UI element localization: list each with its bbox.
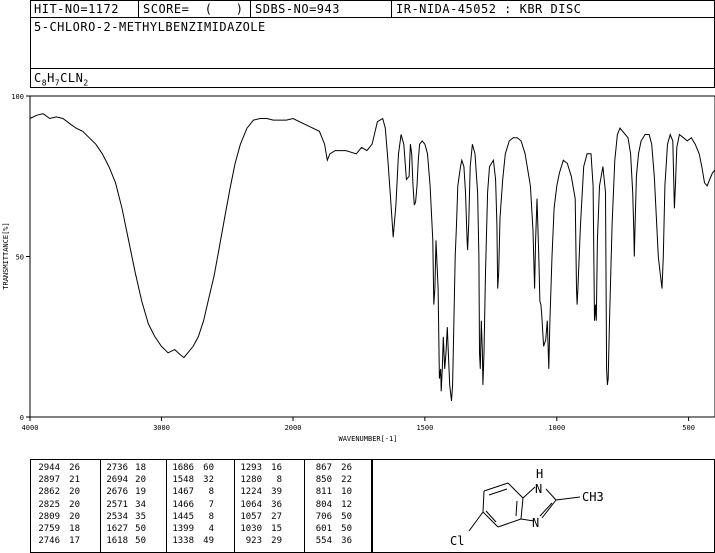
peak-wavenumber: 2809 [38,511,60,522]
peak-wavenumber: 1548 [172,475,194,486]
ring-nitrogen: N [532,516,539,530]
y-tick-label: 50 [16,254,24,262]
peak-wavenumber: 1280 [240,475,262,486]
peak-wavenumber: 867 [315,463,332,473]
peak-transmittance: 36 [341,536,352,547]
nh-nitrogen: N [535,482,542,496]
x-axis-label: WAVENUMBER[-1] [338,435,397,443]
peak-wavenumber: 2862 [38,487,60,498]
peak-wavenumber: 1338 [172,536,194,547]
peak-transmittance: 4 [208,524,214,534]
peak-wavenumber: 811 [315,487,332,498]
peak-wavenumber: 706 [315,511,332,522]
peak-transmittance: 29 [271,536,282,547]
nh-hydrogen: H [536,467,543,481]
peak-wavenumber: 1293 [240,463,262,473]
peak-transmittance: 36 [271,499,282,510]
peak-transmittance: 12 [341,499,352,510]
peak-wavenumber: 2571 [106,499,128,510]
chemical-structure: H N N CH3 Cl [450,467,604,548]
peak-wavenumber: 1064 [240,499,262,510]
peak-transmittance: 18 [135,463,146,473]
peak-transmittance: 39 [271,487,282,498]
x-tick-label: 2000 [285,424,302,432]
peak-transmittance: 8 [208,511,214,522]
x-tick-label: 500 [682,424,695,432]
peak-wavenumber: 2825 [38,499,60,510]
peak-transmittance: 60 [203,463,214,473]
peak-transmittance: 35 [135,511,146,522]
peak-wavenumber: 923 [245,536,262,547]
peak-transmittance: 50 [341,511,352,522]
peak-transmittance: 50 [135,536,146,547]
peak-transmittance: 50 [341,524,352,534]
peak-transmittance: 8 [208,487,214,498]
peak-wavenumber: 2759 [38,524,60,534]
y-tick-label: 100 [11,93,24,101]
x-tick-label: 1000 [548,424,565,432]
peak-col-sep-1 [100,459,101,553]
peak-transmittance: 20 [69,511,80,522]
peak-col-sep-2 [166,459,167,553]
peak-wavenumber: 1057 [240,511,262,522]
peak-wavenumber: 601 [315,524,332,534]
peak-transmittance: 49 [203,536,214,547]
spectrum-line [29,113,715,401]
peak-transmittance: 34 [135,499,146,510]
peak-wavenumber: 850 [315,475,332,486]
peak-transmittance: 22 [341,475,352,486]
peak-transmittance: 50 [135,524,146,534]
peak-wavenumber: 1627 [106,524,128,534]
peak-wavenumber: 1467 [172,487,194,498]
peak-wavenumber: 1618 [106,536,128,547]
peak-wavenumber: 1224 [240,487,262,498]
peak-wavenumber: 2676 [106,487,128,498]
chloro-group: Cl [450,534,464,548]
peak-transmittance: 20 [69,487,80,498]
peak-transmittance: 20 [69,499,80,510]
peak-transmittance: 7 [208,499,214,510]
peak-wavenumber: 2746 [38,536,60,547]
peak-transmittance: 21 [69,475,80,486]
x-tick-label: 3000 [153,424,170,432]
peak-wavenumber: 554 [315,536,332,547]
peak-wavenumber: 2534 [106,511,128,522]
peak-wavenumber: 1399 [172,524,194,534]
peak-transmittance: 20 [135,475,146,486]
peak-wavenumber: 2897 [38,475,60,486]
peak-transmittance: 26 [341,463,352,473]
peak-transmittance: 8 [276,475,282,486]
peak-transmittance: 17 [69,536,80,547]
peak-col-sep-4 [304,459,305,553]
x-tick-label: 4000 [22,424,39,432]
peak-wavenumber: 1466 [172,499,194,510]
peak-wavenumber: 2944 [38,463,60,473]
peak-transmittance: 27 [271,511,282,522]
peak-wavenumber: 2736 [106,463,128,473]
peak-wavenumber: 1686 [172,463,194,473]
peak-transmittance: 19 [135,487,146,498]
y-tick-label: 0 [20,414,24,422]
ir-spectrum-chart: 4000 3000 2000 1500 1000 500 0 50 100 WAVENUMBE… [2,93,715,443]
peak-transmittance: 10 [341,487,352,498]
peak-transmittance: 26 [69,463,80,473]
peak-transmittance: 32 [203,475,214,486]
peak-wavenumber: 1030 [240,524,262,534]
x-tick-label: 1500 [416,424,433,432]
peak-transmittance: 18 [69,524,80,534]
peak-wavenumber: 2694 [106,475,128,486]
methyl-group: CH3 [582,490,604,504]
peak-col-sep-3 [234,459,235,553]
peak-wavenumber: 1445 [172,511,194,522]
peak-transmittance: 16 [271,463,282,473]
peak-transmittance: 15 [271,524,282,534]
y-axis-label: TRANSMITTANCE[%] [2,222,10,289]
peak-wavenumber: 804 [315,499,332,510]
